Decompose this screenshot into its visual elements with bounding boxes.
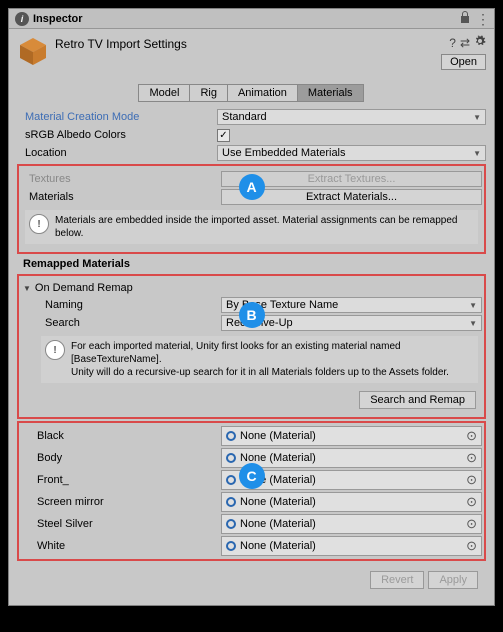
preset-icon[interactable]: ⇄ bbox=[460, 36, 470, 50]
info-text: For each imported material, Unity first … bbox=[71, 340, 474, 379]
object-ring-icon bbox=[226, 519, 236, 529]
info-icon: i bbox=[15, 12, 29, 26]
inspector-window: i Inspector ⋮ Retro TV Import Settings ?… bbox=[8, 8, 495, 606]
section-a: A Textures Extract Textures... Materials… bbox=[17, 164, 486, 254]
material-slot-row: White None (Material) ⊙ bbox=[21, 535, 482, 557]
object-picker-icon[interactable]: ⊙ bbox=[466, 494, 477, 510]
material-slot-name: Front_ bbox=[21, 474, 221, 486]
material-object-field[interactable]: None (Material) ⊙ bbox=[221, 426, 482, 446]
tab-rig[interactable]: Rig bbox=[189, 84, 228, 102]
material-slot-name: White bbox=[21, 540, 221, 552]
object-picker-icon[interactable]: ⊙ bbox=[466, 428, 477, 444]
object-ring-icon bbox=[226, 453, 236, 463]
context-menu-icon[interactable]: ⋮ bbox=[476, 15, 488, 23]
srgb-checkbox[interactable]: ✓ bbox=[217, 129, 230, 142]
object-ring-icon bbox=[226, 431, 236, 441]
material-slot-name: Black bbox=[21, 430, 221, 442]
badge-a: A bbox=[239, 174, 265, 200]
import-tabs: Model Rig Animation Materials bbox=[9, 76, 494, 104]
help-icon[interactable]: ? bbox=[449, 36, 456, 50]
location-dropdown[interactable]: Use Embedded Materials ▼ bbox=[217, 145, 486, 161]
chevron-down-icon: ▼ bbox=[473, 149, 481, 158]
badge-c: C bbox=[239, 463, 265, 489]
object-picker-icon[interactable]: ⊙ bbox=[466, 472, 477, 488]
material-slot-row: Steel Silver None (Material) ⊙ bbox=[21, 513, 482, 535]
material-slot-name: Screen mirror bbox=[21, 496, 221, 508]
material-object-field[interactable]: None (Material) ⊙ bbox=[221, 448, 482, 468]
srgb-row: sRGB Albedo Colors ✓ bbox=[17, 126, 486, 144]
location-row: Location Use Embedded Materials ▼ bbox=[17, 144, 486, 162]
foldout-triangle-icon: ▼ bbox=[23, 284, 31, 293]
object-ring-icon bbox=[226, 475, 236, 485]
remapped-materials-heading: Remapped Materials bbox=[17, 256, 486, 272]
exclaim-icon: ! bbox=[45, 340, 65, 360]
info-message-b: ! For each imported material, Unity firs… bbox=[41, 336, 478, 383]
lock-icon[interactable] bbox=[460, 11, 470, 26]
object-field-value: None (Material) bbox=[240, 430, 462, 442]
asset-cube-icon bbox=[17, 35, 49, 67]
material-creation-mode-label: Material Creation Mode bbox=[17, 111, 217, 123]
object-ring-icon bbox=[226, 497, 236, 507]
search-label: Search bbox=[37, 317, 221, 329]
apply-button[interactable]: Apply bbox=[428, 571, 478, 589]
object-picker-icon[interactable]: ⊙ bbox=[466, 450, 477, 466]
object-field-value: None (Material) bbox=[240, 518, 462, 530]
object-field-value: None (Material) bbox=[240, 540, 462, 552]
on-demand-remap-foldout[interactable]: ▼ On Demand Remap bbox=[21, 280, 482, 296]
chevron-down-icon: ▼ bbox=[473, 113, 481, 122]
footer: Revert Apply bbox=[17, 563, 486, 597]
info-message-a: ! Materials are embedded inside the impo… bbox=[25, 210, 478, 244]
asset-header: Retro TV Import Settings ? ⇄ Open bbox=[9, 29, 494, 76]
revert-button[interactable]: Revert bbox=[370, 571, 424, 589]
material-object-field[interactable]: None (Material) ⊙ bbox=[221, 514, 482, 534]
object-picker-icon[interactable]: ⊙ bbox=[466, 516, 477, 532]
material-creation-mode-dropdown[interactable]: Standard ▼ bbox=[217, 109, 486, 125]
titlebar: i Inspector ⋮ bbox=[9, 9, 494, 29]
material-slot-row: Screen mirror None (Material) ⊙ bbox=[21, 491, 482, 513]
dropdown-value: Standard bbox=[222, 111, 267, 123]
tab-animation[interactable]: Animation bbox=[227, 84, 298, 102]
section-c: C BlackNone (Material)⊙BodyNone (Materia… bbox=[17, 421, 486, 561]
material-object-field[interactable]: None (Material) ⊙ bbox=[221, 492, 482, 512]
dropdown-value: Use Embedded Materials bbox=[222, 147, 346, 159]
object-field-value: None (Material) bbox=[240, 452, 462, 464]
material-slot-name: Steel Silver bbox=[21, 518, 221, 530]
material-object-field[interactable]: None (Material) ⊙ bbox=[221, 536, 482, 556]
srgb-label: sRGB Albedo Colors bbox=[17, 129, 217, 141]
foldout-label: On Demand Remap bbox=[35, 282, 133, 294]
open-button[interactable]: Open bbox=[441, 54, 486, 70]
content: Material Creation Mode Standard ▼ sRGB A… bbox=[9, 104, 494, 605]
object-field-value: None (Material) bbox=[240, 474, 462, 486]
material-slot-row: Black None (Material) ⊙ bbox=[21, 425, 482, 447]
exclaim-icon: ! bbox=[29, 214, 49, 234]
search-remap-row: Search and Remap bbox=[37, 387, 482, 413]
tab-model[interactable]: Model bbox=[138, 84, 190, 102]
object-field-value: None (Material) bbox=[240, 496, 462, 508]
tool-row: ? ⇄ bbox=[449, 35, 486, 50]
header-tools: ? ⇄ Open bbox=[441, 35, 486, 70]
textures-label: Textures bbox=[21, 173, 221, 185]
window-title: Inspector bbox=[33, 13, 460, 25]
object-ring-icon bbox=[226, 541, 236, 551]
tab-materials[interactable]: Materials bbox=[297, 84, 364, 102]
asset-title: Retro TV Import Settings bbox=[55, 35, 441, 51]
material-slot-name: Body bbox=[21, 452, 221, 464]
material-creation-mode-row: Material Creation Mode Standard ▼ bbox=[17, 108, 486, 126]
section-b: B ▼ On Demand Remap Naming By Base Textu… bbox=[17, 274, 486, 419]
gear-icon[interactable] bbox=[474, 35, 486, 50]
search-and-remap-button[interactable]: Search and Remap bbox=[359, 391, 476, 409]
materials-label: Materials bbox=[21, 191, 221, 203]
info-text: Materials are embedded inside the import… bbox=[55, 214, 474, 240]
badge-b: B bbox=[239, 302, 265, 328]
chevron-down-icon: ▼ bbox=[469, 301, 477, 310]
chevron-down-icon: ▼ bbox=[469, 319, 477, 328]
object-picker-icon[interactable]: ⊙ bbox=[466, 538, 477, 554]
naming-label: Naming bbox=[37, 299, 221, 311]
location-label: Location bbox=[17, 147, 217, 159]
